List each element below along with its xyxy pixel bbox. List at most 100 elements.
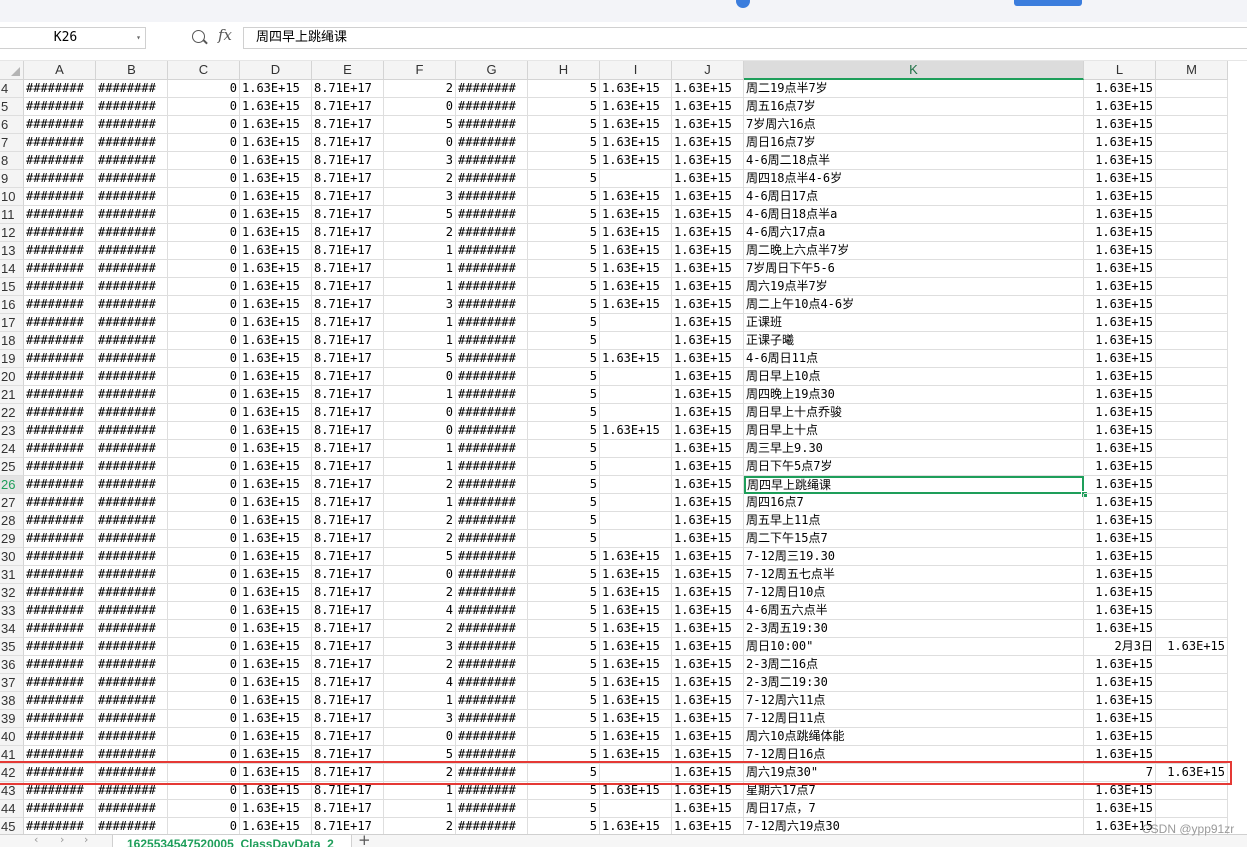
cell-i[interactable]: 1.63E+15 [600,224,672,242]
cell-g[interactable]: ######## [456,116,528,134]
cell-l[interactable]: 1.63E+15 [1084,710,1156,728]
cell-a[interactable]: ######## [24,800,96,818]
cell-c[interactable]: 0 [168,170,240,188]
column-header-j[interactable]: J [672,61,744,80]
cell-e[interactable]: 8.71E+17 [312,638,384,656]
cell-f[interactable]: 0 [384,404,456,422]
cell-d[interactable]: 1.63E+15 [240,584,312,602]
cell-a[interactable]: ######## [24,152,96,170]
cell-b[interactable]: ######## [96,260,168,278]
cell-m[interactable] [1156,476,1228,494]
cell-f[interactable]: 3 [384,188,456,206]
cell-m[interactable] [1156,458,1228,476]
cell-g[interactable]: ######## [456,422,528,440]
cell-d[interactable]: 1.63E+15 [240,494,312,512]
cell-d[interactable]: 1.63E+15 [240,674,312,692]
cell-j[interactable]: 1.63E+15 [672,296,744,314]
cell-f[interactable]: 3 [384,710,456,728]
cell-h[interactable]: 5 [528,404,600,422]
cell-e[interactable]: 8.71E+17 [312,458,384,476]
cell-g[interactable]: ######## [456,692,528,710]
cell-i[interactable]: 1.63E+15 [600,548,672,566]
cell-e[interactable]: 8.71E+17 [312,314,384,332]
cell-d[interactable]: 1.63E+15 [240,350,312,368]
cell-g[interactable]: ######## [456,584,528,602]
cell-a[interactable]: ######## [24,620,96,638]
cell-d[interactable]: 1.63E+15 [240,620,312,638]
cell-l[interactable]: 1.63E+15 [1084,512,1156,530]
cell-d[interactable]: 1.63E+15 [240,332,312,350]
cell-c[interactable]: 0 [168,728,240,746]
cell-f[interactable]: 1 [384,332,456,350]
row-header[interactable]: 11 [0,206,24,224]
cell-i[interactable]: 1.63E+15 [600,188,672,206]
row-header[interactable]: 5 [0,98,24,116]
cell-e[interactable]: 8.71E+17 [312,206,384,224]
cell-d[interactable]: 1.63E+15 [240,80,312,98]
cell-m[interactable] [1156,404,1228,422]
cell-m[interactable] [1156,584,1228,602]
cell-a[interactable]: ######## [24,638,96,656]
cell-g[interactable]: ######## [456,512,528,530]
cell-j[interactable]: 1.63E+15 [672,440,744,458]
cell-a[interactable]: ######## [24,368,96,386]
cell-f[interactable]: 4 [384,674,456,692]
cell-d[interactable]: 1.63E+15 [240,440,312,458]
cell-l[interactable]: 1.63E+15 [1084,566,1156,584]
cell-k[interactable]: 7-12周五七点半 [744,566,1084,584]
cell-b[interactable]: ######## [96,566,168,584]
row-header[interactable]: 20 [0,368,24,386]
cell-d[interactable]: 1.63E+15 [240,692,312,710]
cell-c[interactable]: 0 [168,638,240,656]
name-box-dropdown-icon[interactable]: ▾ [136,28,141,48]
cell-j[interactable]: 1.63E+15 [672,332,744,350]
cell-m[interactable] [1156,566,1228,584]
cell-l[interactable]: 1.63E+15 [1084,800,1156,818]
cell-f[interactable]: 2 [384,170,456,188]
cell-c[interactable]: 0 [168,80,240,98]
row-header[interactable]: 25 [0,458,24,476]
cell-a[interactable]: ######## [24,512,96,530]
cell-e[interactable]: 8.71E+17 [312,530,384,548]
cell-f[interactable]: 1 [384,314,456,332]
cell-l[interactable]: 1.63E+15 [1084,674,1156,692]
cell-g[interactable]: ######## [456,458,528,476]
cell-e[interactable]: 8.71E+17 [312,620,384,638]
cell-a[interactable]: ######## [24,476,96,494]
cell-l[interactable]: 1.63E+15 [1084,170,1156,188]
first-sheet-arrow-icon[interactable]: ‹ [34,833,38,846]
cell-b[interactable]: ######## [96,440,168,458]
cell-a[interactable]: ######## [24,332,96,350]
cell-l[interactable]: 1.63E+15 [1084,530,1156,548]
cell-f[interactable]: 1 [384,800,456,818]
cell-j[interactable]: 1.63E+15 [672,800,744,818]
cell-j[interactable]: 1.63E+15 [672,548,744,566]
cell-a[interactable]: ######## [24,710,96,728]
cell-g[interactable]: ######## [456,368,528,386]
cell-g[interactable]: ######## [456,314,528,332]
cell-l[interactable]: 1.63E+15 [1084,188,1156,206]
toolbar-blue-button[interactable] [1014,0,1082,6]
cell-g[interactable]: ######## [456,188,528,206]
cell-i[interactable] [600,800,672,818]
cell-b[interactable]: ######## [96,152,168,170]
cell-h[interactable]: 5 [528,710,600,728]
cell-i[interactable] [600,404,672,422]
cell-b[interactable]: ######## [96,314,168,332]
cell-l[interactable]: 1.63E+15 [1084,206,1156,224]
cell-j[interactable]: 1.63E+15 [672,710,744,728]
row-header[interactable]: 18 [0,332,24,350]
cell-l[interactable]: 1.63E+15 [1084,692,1156,710]
cell-c[interactable]: 0 [168,494,240,512]
cell-k[interactable]: 2-3周二19:30 [744,674,1084,692]
cell-c[interactable]: 0 [168,260,240,278]
cell-c[interactable]: 0 [168,440,240,458]
cell-m[interactable] [1156,278,1228,296]
cell-d[interactable]: 1.63E+15 [240,152,312,170]
cell-i[interactable]: 1.63E+15 [600,422,672,440]
cell-d[interactable]: 1.63E+15 [240,458,312,476]
cell-k[interactable]: 4-6周五六点半 [744,602,1084,620]
cell-b[interactable]: ######## [96,134,168,152]
row-header[interactable]: 35 [0,638,24,656]
cell-c[interactable]: 0 [168,404,240,422]
